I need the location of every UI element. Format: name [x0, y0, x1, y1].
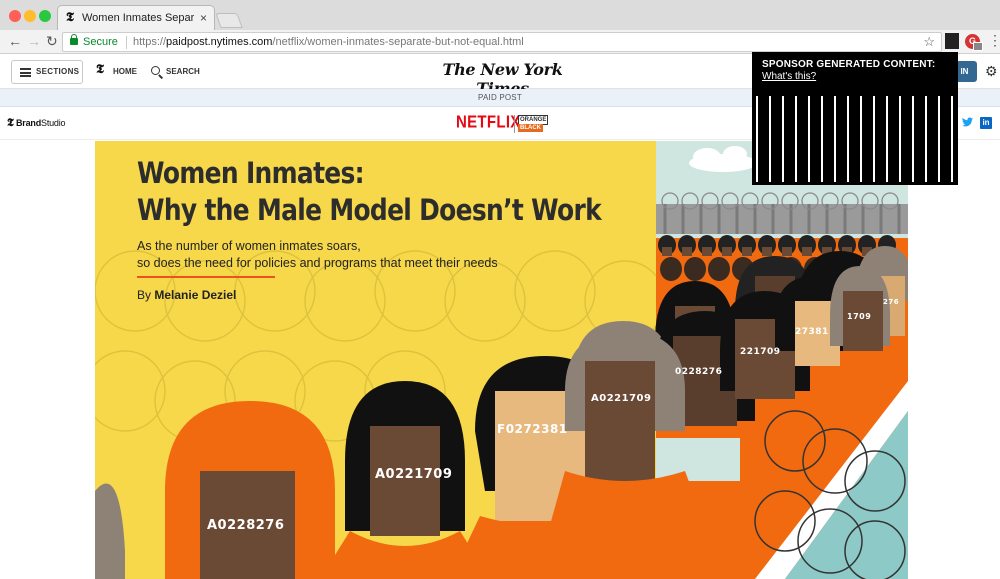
inmate-number: 276 [883, 298, 899, 306]
sections-button[interactable]: SECTIONS [11, 60, 83, 84]
close-window-button[interactable] [9, 10, 21, 22]
address-bar[interactable]: Secure https://paidpost.nytimes.com/netf… [62, 32, 942, 52]
extension-icon[interactable] [945, 33, 959, 49]
linkedin-icon[interactable]: in [980, 117, 992, 129]
browser-tab[interactable]: 𝕿 Women Inmates Separate But E × [57, 5, 215, 30]
sponsor-generated-content-badge: SPONSOR GENERATED CONTENT: What's this? [752, 52, 958, 185]
inmate-number: 1709 [847, 312, 871, 321]
address-divider [126, 36, 127, 49]
subtitle-line-1: As the number of women inmates soars, [137, 239, 361, 253]
tab-title: Women Inmates Separate But E [82, 12, 194, 24]
url-scheme: https:// [133, 36, 167, 48]
new-tab-button[interactable] [215, 13, 243, 28]
minimize-window-button[interactable] [24, 10, 36, 22]
headline-line-2: Why the Male Model Doesn’t Work [137, 193, 602, 227]
oitnb-line2: BLACK [518, 124, 543, 132]
nyt-t-icon[interactable]: 𝕿 [96, 62, 104, 77]
search-link[interactable]: SEARCH [166, 67, 200, 76]
brand-studio-logo[interactable]: BrandStudio [16, 118, 66, 128]
byline: By Melanie Deziel [137, 288, 236, 302]
brand-studio-bold: Brand [16, 118, 42, 128]
extension-badge-icon[interactable]: G [965, 34, 983, 51]
nyt-favicon-icon: 𝕿 [66, 10, 74, 25]
subtitle-line-2: so does the need for policies and progra… [137, 256, 498, 270]
article-subtitle: As the number of women inmates soars, so… [137, 238, 498, 272]
reload-icon[interactable]: ↻ [46, 33, 58, 50]
twitter-icon[interactable] [962, 117, 973, 127]
brand-studio-rest: Studio [41, 118, 66, 128]
maximize-window-button[interactable] [39, 10, 51, 22]
browser-toolbar: ← → ↻ Secure https://paidpost.nytimes.co… [0, 30, 1000, 54]
byline-prefix: By [137, 288, 152, 302]
home-link[interactable]: HOME [113, 67, 137, 76]
star-icon[interactable]: ☆ [923, 34, 935, 50]
article-headline: Women Inmates: Why the Male Model Doesn’… [137, 155, 602, 229]
netflix-logo[interactable]: NETFLIX [456, 113, 521, 133]
url-path: /netflix/women-inmates-separate-but-not-… [272, 36, 524, 48]
headline-line-1: Women Inmates: [137, 156, 365, 190]
logo-divider [514, 115, 515, 133]
tbrandstudio-t-icon: 𝕿 [7, 116, 14, 129]
url-text: https://paidpost.nytimes.com/netflix/wom… [133, 36, 524, 48]
back-arrow-icon[interactable]: ← [8, 33, 22, 49]
inmate-number: A0228276 [207, 518, 284, 533]
sections-label: SECTIONS [36, 67, 80, 76]
lock-icon [70, 34, 78, 45]
menu-icon [20, 68, 31, 77]
inmate-number: 27381 [795, 327, 829, 337]
whats-this-link[interactable]: What's this? [762, 71, 816, 82]
sponsor-barcode [756, 96, 954, 182]
gear-icon[interactable]: ⚙ [985, 63, 998, 80]
browser-menu-icon[interactable]: ⋮ [988, 32, 1000, 49]
byline-author[interactable]: Melanie Deziel [154, 288, 236, 302]
inmate-number: 0228276 [675, 367, 722, 377]
search-icon[interactable] [151, 66, 160, 75]
inmate-number: A0221709 [591, 393, 651, 404]
inmate-number: 221709 [740, 347, 781, 357]
url-host: paidpost.nytimes.com [166, 36, 273, 48]
sponsor-heading: SPONSOR GENERATED CONTENT: [762, 59, 936, 70]
inmate-number: A0221709 [375, 467, 452, 482]
secure-label: Secure [83, 36, 118, 48]
headline-divider [137, 276, 275, 278]
tab-close-icon[interactable]: × [200, 11, 207, 25]
inmate-number: F0272381 [497, 422, 568, 436]
oitnb-logo[interactable]: ORANGE BLACK [518, 115, 549, 133]
browser-tab-strip: 𝕿 Women Inmates Separate But E × [0, 0, 1000, 30]
forward-arrow-icon[interactable]: → [27, 33, 41, 49]
